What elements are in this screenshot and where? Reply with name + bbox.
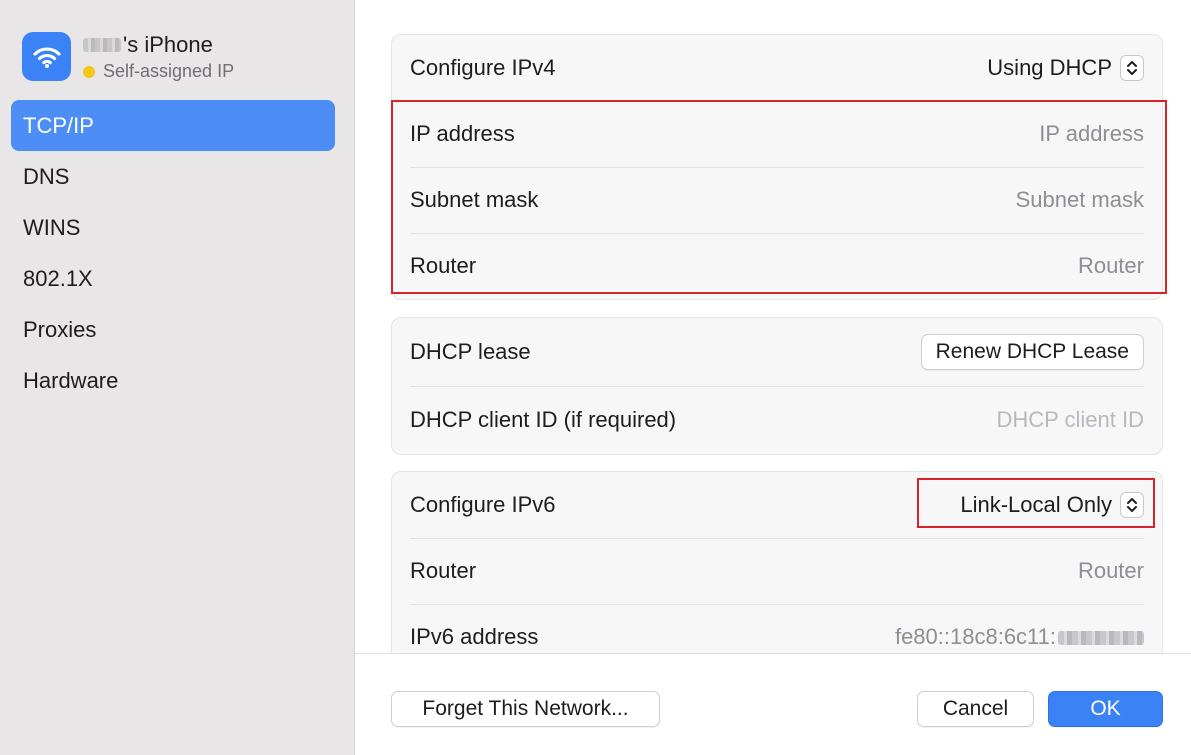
ipv6-router-field[interactable]: Router — [1078, 558, 1144, 584]
wifi-icon — [22, 32, 71, 81]
configure-ipv6-popup[interactable]: Link-Local Only — [960, 492, 1144, 518]
sidebar-nav: TCP/IP DNS WINS 802.1X Proxies Hardware — [11, 100, 335, 406]
ip-address-row: IP address IP address — [392, 101, 1162, 167]
router-label: Router — [410, 253, 477, 278]
ipv6-router-label: Router — [410, 558, 477, 583]
dhcp-lease-row: DHCP lease Renew DHCP Lease — [392, 318, 1162, 386]
dhcp-lease-label: DHCP lease — [410, 339, 531, 364]
dhcp-card: DHCP lease Renew DHCP Lease DHCP client … — [391, 317, 1163, 455]
sidebar-item-hardware[interactable]: Hardware — [11, 355, 335, 406]
redacted-address — [1058, 631, 1144, 646]
ip-address-label: IP address — [410, 121, 515, 146]
ipv4-card: Configure IPv4 Using DHCP IP address IP … — [391, 34, 1163, 300]
sidebar-item-tcpip[interactable]: TCP/IP — [11, 100, 335, 151]
device-name-suffix: 's iPhone — [123, 32, 213, 57]
chevron-up-down-icon — [1120, 55, 1144, 81]
device-header: 's iPhone Self-assigned IP — [22, 32, 234, 82]
ip-address-field[interactable]: IP address — [1039, 121, 1144, 147]
ipv6-address-label: IPv6 address — [410, 624, 539, 649]
configure-ipv6-row: Configure IPv6 Link-Local Only — [392, 472, 1162, 538]
sidebar: 's iPhone Self-assigned IP TCP/IP DNS WI… — [0, 0, 355, 755]
device-status: Self-assigned IP — [83, 61, 234, 82]
router-field[interactable]: Router — [1078, 253, 1144, 279]
forget-network-button[interactable]: Forget This Network... — [391, 691, 660, 727]
configure-ipv4-value: Using DHCP — [987, 55, 1112, 80]
renew-dhcp-lease-button[interactable]: Renew DHCP Lease — [920, 334, 1144, 370]
sidebar-item-8021x[interactable]: 802.1X — [11, 253, 335, 304]
subnet-mask-field[interactable]: Subnet mask — [1016, 187, 1144, 213]
sidebar-item-proxies[interactable]: Proxies — [11, 304, 335, 355]
subnet-mask-row: Subnet mask Subnet mask — [392, 167, 1162, 233]
sidebar-item-dns[interactable]: DNS — [11, 151, 335, 202]
device-name: 's iPhone — [83, 32, 234, 58]
configure-ipv4-label: Configure IPv4 — [410, 55, 556, 80]
ok-button[interactable]: OK — [1048, 691, 1163, 727]
configure-ipv6-label: Configure IPv6 — [410, 492, 556, 517]
redacted-name — [83, 38, 121, 52]
status-dot-icon — [83, 65, 95, 78]
main-panel: Configure IPv4 Using DHCP IP address IP … — [355, 0, 1191, 755]
footer-bar: Forget This Network... Cancel OK — [355, 653, 1191, 755]
cancel-button[interactable]: Cancel — [917, 691, 1034, 727]
ipv6-router-row: Router Router — [392, 538, 1162, 604]
ipv6-card: Configure IPv6 Link-Local Only Router Ro… — [391, 471, 1163, 661]
router-row: Router Router — [392, 233, 1162, 299]
device-status-text: Self-assigned IP — [103, 61, 235, 81]
dhcp-client-id-label: DHCP client ID (if required) — [410, 407, 677, 432]
configure-ipv6-value: Link-Local Only — [960, 492, 1112, 517]
configure-ipv4-popup[interactable]: Using DHCP — [987, 55, 1144, 81]
configure-ipv4-row: Configure IPv4 Using DHCP — [392, 35, 1162, 101]
subnet-mask-label: Subnet mask — [410, 187, 539, 212]
dhcp-client-id-field[interactable]: DHCP client ID — [996, 407, 1144, 433]
ipv6-address-value: fe80::18c8:6c11: — [895, 624, 1144, 650]
ipv6-address-text: fe80::18c8:6c11: — [894, 624, 1056, 649]
chevron-up-down-icon — [1120, 492, 1144, 518]
sidebar-item-wins[interactable]: WINS — [11, 202, 335, 253]
dhcp-client-id-row: DHCP client ID (if required) DHCP client… — [392, 386, 1162, 454]
